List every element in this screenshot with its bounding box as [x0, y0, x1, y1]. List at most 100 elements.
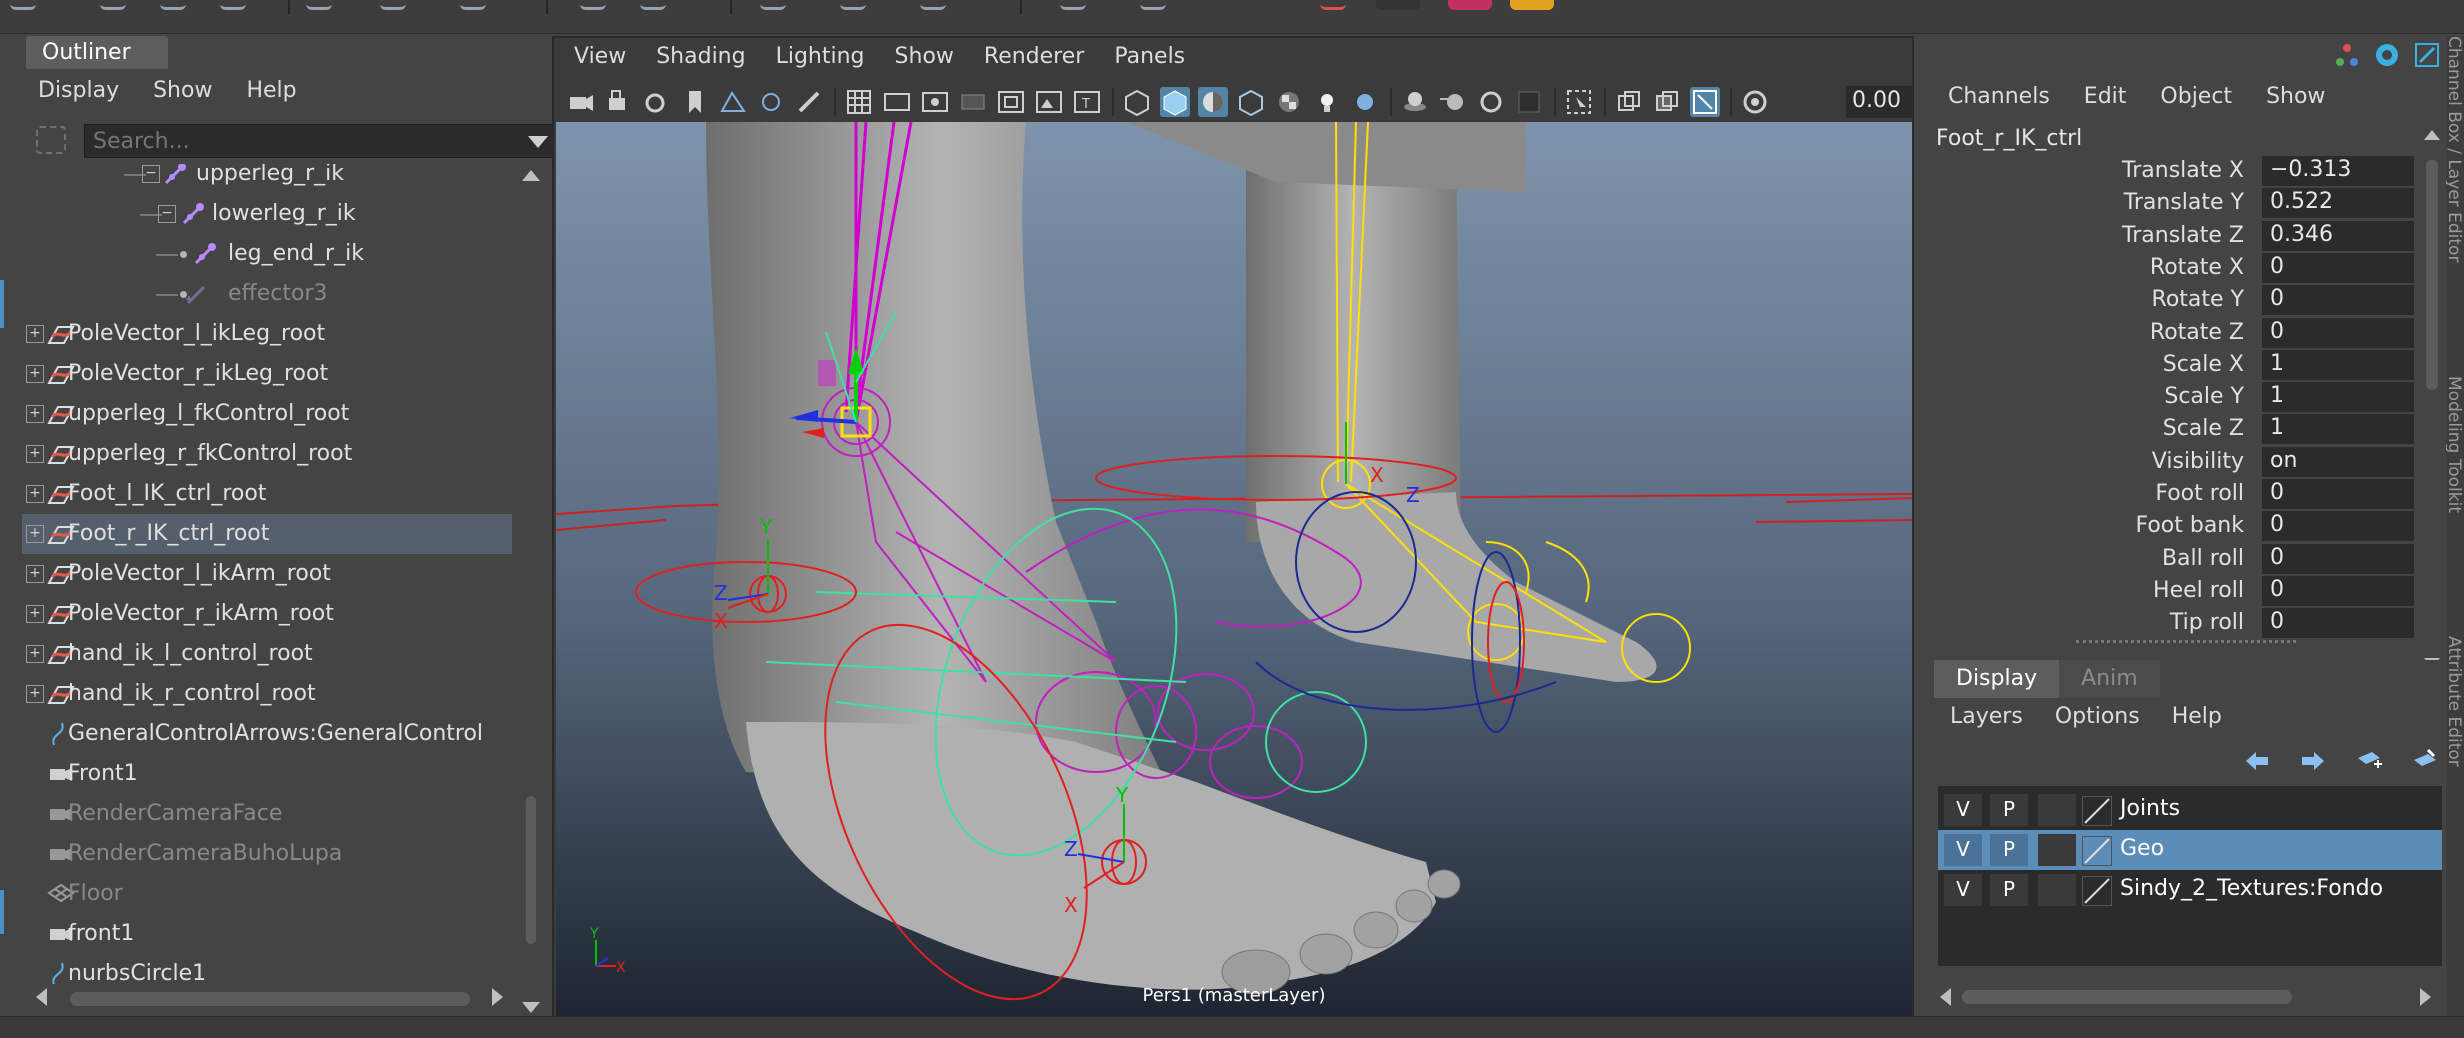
- channel-value-field[interactable]: on: [2262, 446, 2414, 477]
- channel-row[interactable]: Foot roll 0: [1926, 479, 2426, 511]
- outliner-item[interactable]: GeneralControlArrows:GeneralControl: [22, 714, 512, 754]
- layer-list-scrollbar[interactable]: [1938, 984, 2438, 1010]
- wireframe-on-shaded-icon[interactable]: [1198, 87, 1228, 117]
- layer-visibility-toggle[interactable]: V: [1944, 794, 1982, 826]
- outliner-horizontal-scrollbar[interactable]: [22, 984, 512, 1010]
- outliner-vertical-scrollbar[interactable]: [514, 164, 548, 1020]
- menu-help[interactable]: Help: [246, 78, 296, 103]
- shelf-tool-icon[interactable]: [920, 0, 946, 10]
- outliner-item[interactable]: + PoleVector_l_ikArm_root: [22, 554, 512, 594]
- channel-name[interactable]: Tip roll: [2170, 610, 2244, 635]
- channel-box-icon[interactable]: [2332, 40, 2362, 70]
- layer-visibility-toggle[interactable]: V: [1944, 874, 1982, 906]
- tab-attribute-editor[interactable]: Attribute Editor: [2446, 636, 2464, 836]
- channel-value-field[interactable]: 0: [2262, 479, 2414, 509]
- channel-name[interactable]: Translate Z: [2122, 223, 2244, 248]
- channel-row[interactable]: Rotate X 0: [1926, 252, 2426, 285]
- layer-color-swatch[interactable]: [2038, 834, 2076, 866]
- outliner-item[interactable]: effector3: [22, 274, 512, 314]
- expand-icon[interactable]: +: [26, 405, 44, 423]
- new-layer-selected-icon[interactable]: [2410, 746, 2440, 776]
- ambient-occlusion-icon[interactable]: [1400, 87, 1430, 117]
- scroll-left-icon[interactable]: [1940, 988, 1951, 1006]
- channel-value-field[interactable]: 0: [2262, 252, 2414, 283]
- layer-row[interactable]: V P Joints: [1938, 790, 2442, 830]
- collapse-icon[interactable]: −: [158, 205, 176, 223]
- channel-row[interactable]: Visibility on: [1926, 446, 2426, 479]
- isolate-select-icon[interactable]: [1564, 87, 1594, 117]
- channel-value-field[interactable]: 1: [2262, 414, 2414, 445]
- outliner-item[interactable]: + upperleg_l_fkControl_root: [22, 394, 512, 434]
- outliner-item[interactable]: + PoleVector_l_ikLeg_root: [22, 314, 512, 354]
- channel-row[interactable]: Translate Y 0.522: [1926, 188, 2426, 220]
- channel-name[interactable]: Scale X: [2163, 352, 2244, 377]
- xray-joints-icon[interactable]: [1690, 87, 1720, 117]
- motion-blur-icon[interactable]: [1438, 87, 1468, 117]
- outliner-item[interactable]: Floor: [22, 874, 512, 914]
- channel-row[interactable]: Rotate Y 0: [1926, 285, 2426, 317]
- shelf-tool-icon[interactable]: [1510, 0, 1554, 10]
- outliner-item[interactable]: + PoleVector_r_ikLeg_root: [22, 354, 512, 394]
- menu-panels[interactable]: Panels: [1114, 44, 1185, 69]
- tab-channel-box-layer-editor[interactable]: Channel Box / Layer Editor: [2446, 36, 2464, 336]
- use-all-lights-icon[interactable]: [1312, 87, 1342, 117]
- outliner-item[interactable]: + Foot_l_IK_ctrl_root: [22, 474, 512, 514]
- move-layer-up-icon[interactable]: [2242, 746, 2272, 776]
- layer-name[interactable]: Sindy_2_Textures:Fondo: [2120, 876, 2383, 901]
- channel-name[interactable]: Visibility: [2152, 449, 2244, 474]
- exposure-value-field[interactable]: 0.00: [1846, 86, 1912, 118]
- modeling-toolkit-icon[interactable]: [2372, 40, 2402, 70]
- tab-modeling-toolkit[interactable]: Modeling Toolkit: [2446, 376, 2464, 596]
- scroll-thumb[interactable]: [526, 796, 536, 944]
- channel-value-field[interactable]: 0: [2262, 575, 2414, 606]
- channel-name[interactable]: Rotate Y: [2152, 287, 2244, 312]
- expand-icon[interactable]: +: [26, 445, 44, 463]
- layer-color-swatch[interactable]: [2038, 874, 2076, 906]
- expand-icon[interactable]: +: [26, 365, 44, 383]
- resolution-gate-icon[interactable]: [920, 87, 950, 117]
- scroll-right-icon[interactable]: [2420, 988, 2431, 1006]
- exposure-icon[interactable]: [1740, 87, 1770, 117]
- outliner-item[interactable]: RenderCameraBuhoLupa: [22, 834, 512, 874]
- channel-row[interactable]: Translate X −0.313: [1926, 156, 2426, 188]
- layer-color-swatch[interactable]: [2038, 794, 2076, 826]
- shelf-tool-icon[interactable]: [306, 0, 332, 10]
- layer-display-type-icon[interactable]: [2082, 836, 2112, 866]
- channel-name[interactable]: Foot roll: [2155, 481, 2244, 506]
- channel-name[interactable]: Foot bank: [2135, 513, 2244, 538]
- outliner-item[interactable]: + hand_ik_r_control_root: [22, 674, 512, 714]
- shelf-tool-icon[interactable]: [160, 0, 186, 10]
- menu-layers[interactable]: Layers: [1950, 704, 2023, 729]
- chevron-down-icon[interactable]: [528, 136, 548, 148]
- expand-icon[interactable]: +: [26, 645, 44, 663]
- layer-row[interactable]: V P Geo: [1938, 830, 2442, 870]
- menu-options[interactable]: Options: [2055, 704, 2140, 729]
- checker-icon[interactable]: [1274, 87, 1304, 117]
- grid-icon[interactable]: [844, 87, 874, 117]
- outliner-item[interactable]: + upperleg_r_fkControl_root: [22, 434, 512, 474]
- scroll-up-icon[interactable]: [522, 170, 540, 181]
- menu-show[interactable]: Show: [895, 44, 954, 69]
- shelf-tool-icon[interactable]: [380, 0, 406, 10]
- scroll-right-icon[interactable]: [492, 988, 503, 1006]
- shelf-tool-icon[interactable]: [580, 0, 606, 10]
- select-camera-icon[interactable]: [566, 87, 596, 117]
- outliner-item[interactable]: Front1: [22, 754, 512, 794]
- channel-box-scrollbar[interactable]: [2422, 130, 2442, 670]
- menu-shading[interactable]: Shading: [656, 44, 745, 69]
- tab-anim[interactable]: Anim: [2059, 660, 2160, 698]
- move-layer-down-icon[interactable]: [2298, 746, 2328, 776]
- shelf-tool-icon[interactable]: [10, 0, 36, 10]
- layer-playback-toggle[interactable]: P: [1990, 834, 2028, 866]
- 2d-pan-zoom-icon[interactable]: [756, 87, 786, 117]
- expand-icon[interactable]: +: [26, 525, 44, 543]
- wireframe-icon[interactable]: [1122, 87, 1152, 117]
- shelf-tool-icon[interactable]: [1060, 0, 1086, 10]
- safe-title-icon[interactable]: T: [1072, 87, 1102, 117]
- expand-icon[interactable]: +: [26, 325, 44, 343]
- xray-icon[interactable]: [1614, 87, 1644, 117]
- depth-of-field-icon[interactable]: [1514, 87, 1544, 117]
- expand-icon[interactable]: +: [26, 485, 44, 503]
- shelf-tool-icon[interactable]: [1448, 0, 1492, 10]
- menu-show[interactable]: Show: [2266, 84, 2325, 109]
